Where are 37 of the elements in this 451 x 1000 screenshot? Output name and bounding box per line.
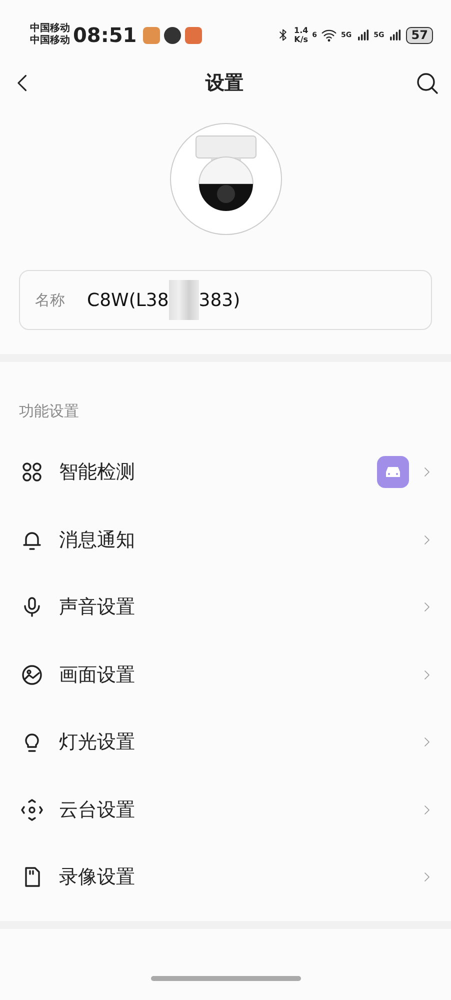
carrier-label: 中国移动 xyxy=(30,23,70,34)
menu-label: 灯光设置 xyxy=(59,730,135,755)
menu-label: 录像设置 xyxy=(59,865,135,890)
menu-item[interactable]: 声音设置 xyxy=(0,574,451,641)
pan-tilt-icon xyxy=(20,798,44,822)
grid-icon xyxy=(20,460,44,484)
menu-item[interactable]: 画面设置 xyxy=(0,641,451,708)
section-heading: 功能设置 xyxy=(18,401,80,422)
name-field[interactable]: 名称 C8W(L38 383) xyxy=(19,270,432,330)
field-value: 383) xyxy=(198,288,240,312)
menu-item[interactable]: 智能检测 xyxy=(0,438,451,506)
app-notification-icon xyxy=(164,26,181,44)
menu-label: 消息通知 xyxy=(59,528,135,552)
menu-label: 云台设置 xyxy=(59,798,135,822)
menu-label: 画面设置 xyxy=(59,662,135,688)
field-label: 名称 xyxy=(35,290,65,311)
field-value: C8W(L38 xyxy=(87,288,169,312)
speed-unit: K/s xyxy=(294,35,308,44)
network-speed: 1.4 xyxy=(294,26,308,35)
search-icon[interactable] xyxy=(415,71,439,95)
wifi-icon xyxy=(321,27,338,43)
image-icon xyxy=(20,662,44,687)
page-title: 设置 xyxy=(206,70,244,96)
signal-icon xyxy=(388,27,402,43)
menu-item[interactable]: 消息通知 xyxy=(0,506,451,574)
menu-item[interactable]: 灯光设置 xyxy=(0,708,451,776)
app-notification-icon xyxy=(142,26,160,44)
menu-label: 声音设置 xyxy=(59,595,135,620)
menu-item[interactable]: 云台设置 xyxy=(0,776,451,844)
clock: 08:51 xyxy=(73,22,137,49)
carrier-label: 中国移动 xyxy=(30,35,70,47)
menu-item[interactable]: 录像设置 xyxy=(0,844,451,911)
blurred-text xyxy=(168,280,199,320)
menu-label: 智能检测 xyxy=(59,460,135,485)
battery-level: 57 xyxy=(406,26,433,44)
app-notification-icon xyxy=(184,26,202,44)
signal-icon xyxy=(356,27,370,43)
